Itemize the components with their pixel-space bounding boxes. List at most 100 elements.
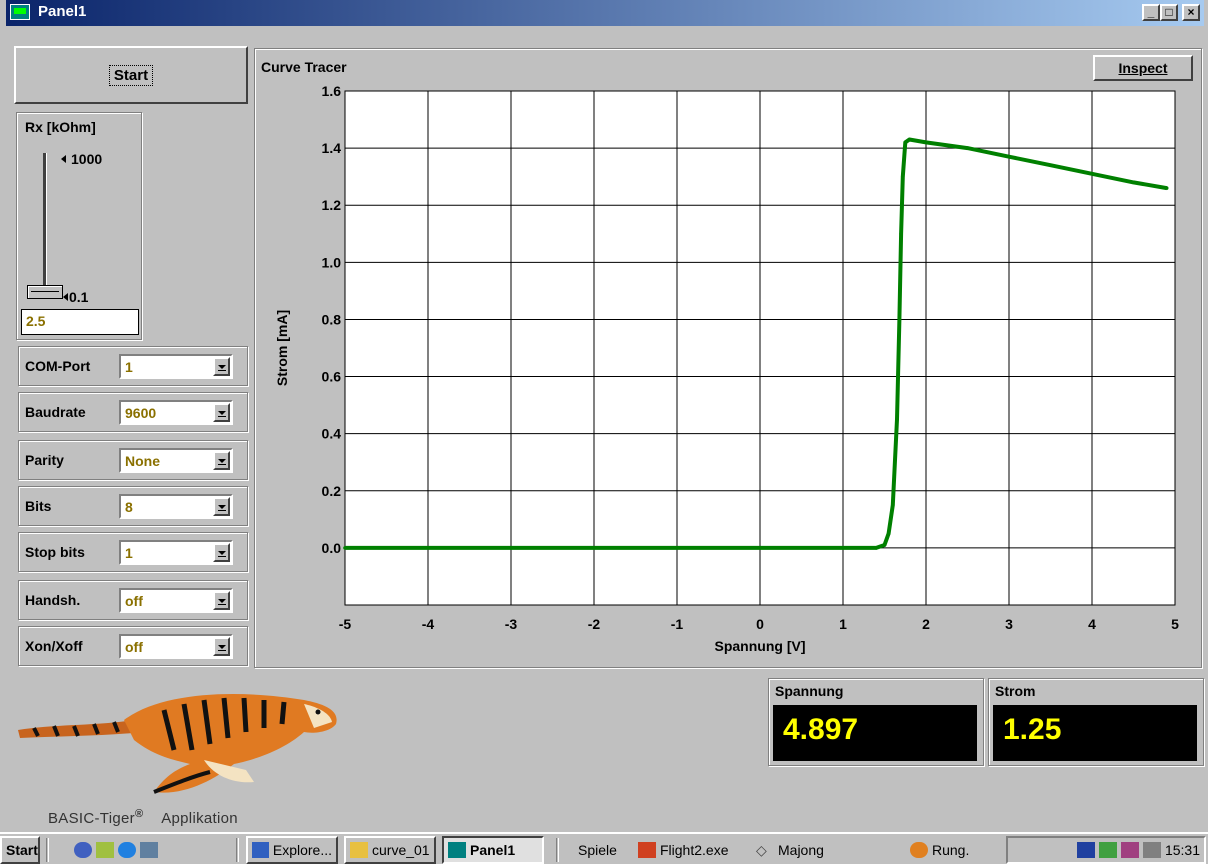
chevron-down-icon[interactable]: [213, 451, 230, 470]
baudrate-label: Baudrate: [25, 404, 86, 420]
y-tick-label: 0.2: [322, 483, 342, 499]
quick-rung[interactable]: Rung.: [906, 836, 973, 864]
x-tick-label: 0: [756, 616, 764, 632]
data-point: [897, 317, 902, 322]
system-tray: 15:31: [1006, 836, 1206, 864]
taskbar-button-curve[interactable]: curve_01: [344, 836, 436, 864]
minimize-button[interactable]: _: [1142, 4, 1160, 21]
com-port-value: 1: [125, 359, 133, 375]
y-tick-label: 1.6: [322, 83, 342, 99]
taskbar-button-label: curve_01: [372, 842, 430, 858]
inspect-button[interactable]: Inspect: [1093, 55, 1193, 81]
rx-slider-thumb[interactable]: [27, 285, 63, 299]
taskbar-separator: [236, 838, 239, 862]
data-point: [895, 417, 899, 422]
data-point: [874, 546, 878, 550]
strom-readout: Strom 1.25: [988, 678, 1204, 766]
y-tick-label: 1.0: [322, 254, 342, 270]
data-point: [675, 546, 679, 550]
y-axis-label: Strom [mA]: [274, 310, 290, 386]
data-point: [924, 140, 928, 145]
quick-majong[interactable]: ◇ Majong: [752, 836, 828, 864]
tiger-logo-icon: [18, 694, 337, 794]
x-tick-label: -1: [671, 616, 684, 632]
data-point: [900, 174, 905, 179]
maximize-button[interactable]: □: [1160, 4, 1178, 21]
x-tick-label: 3: [1005, 616, 1013, 632]
parity-label: Parity: [25, 452, 64, 468]
start-button[interactable]: Start: [14, 46, 248, 104]
data-point: [509, 546, 513, 550]
com-port-label: COM-Port: [25, 358, 91, 374]
chevron-down-icon[interactable]: [213, 497, 230, 516]
data-point: [841, 546, 845, 550]
handshake-row: Handsh. off: [18, 580, 248, 620]
quick-label: Flight2.exe: [660, 842, 729, 858]
rx-slider-track[interactable]: [43, 153, 47, 299]
curve-tracer-chart[interactable]: -5 -4 -3 -2 -1 0 1 2 3 4 5 0.0 0.2 0.4 0.6 0.8 1.0 1.2 1.4…: [255, 49, 1201, 667]
xon-xoff-select[interactable]: off: [119, 634, 233, 659]
parity-select[interactable]: None: [119, 448, 233, 473]
taskbar-separator: [46, 838, 49, 862]
strom-value: 1.25: [993, 705, 1197, 761]
stop-bits-select[interactable]: 1: [119, 540, 233, 565]
rung-icon: [910, 842, 928, 858]
y-tick-label: 1.2: [322, 197, 342, 213]
notepad-icon[interactable]: [96, 842, 114, 858]
task-icon[interactable]: [1098, 842, 1117, 858]
taskbar-button-label: Panel1: [470, 842, 516, 858]
x-axis-label: Spannung [V]: [715, 638, 806, 654]
quick-spiele[interactable]: Spiele: [574, 836, 621, 864]
logo-caption: BASIC-Tiger® Applikation: [48, 808, 238, 827]
network-icon[interactable]: [1076, 842, 1095, 858]
chevron-down-icon[interactable]: [213, 637, 230, 656]
data-point: [1048, 163, 1053, 168]
registered-mark: ®: [134, 808, 144, 820]
baudrate-select[interactable]: 9600: [119, 400, 233, 425]
data-point: [1090, 172, 1094, 176]
speaker-icon[interactable]: [1142, 842, 1161, 858]
chevron-down-icon[interactable]: [213, 357, 230, 376]
baudrate-row: Baudrate 9600: [18, 392, 248, 432]
x-tick-label: 2: [922, 616, 930, 632]
explorer-icon: [252, 842, 269, 858]
bits-row: Bits 8: [18, 486, 248, 526]
chevron-down-icon[interactable]: [213, 591, 230, 610]
spannung-readout: Spannung 4.897: [768, 678, 984, 766]
x-tick-label: 1: [839, 616, 847, 632]
data-point: [899, 231, 903, 236]
handshake-select[interactable]: off: [119, 588, 233, 613]
chevron-down-icon[interactable]: [213, 403, 230, 422]
bits-value: 8: [125, 499, 133, 515]
quick-flight2[interactable]: Flight2.exe: [634, 836, 732, 864]
monitor-icon[interactable]: [1120, 842, 1139, 858]
rx-max-label: 1000: [71, 151, 103, 167]
handshake-value: off: [125, 593, 143, 609]
channels-icon[interactable]: [140, 842, 158, 858]
com-port-row: COM-Port 1: [18, 346, 248, 386]
stop-bits-row: Stop bits 1: [18, 532, 248, 572]
xon-xoff-row: Xon/Xoff off: [18, 626, 248, 666]
data-point: [907, 137, 912, 142]
quick-label: Spiele: [578, 842, 617, 858]
data-point: [758, 546, 762, 550]
flight-icon: [638, 842, 656, 858]
window-title: Panel1: [38, 3, 87, 20]
bits-select[interactable]: 8: [119, 494, 233, 519]
inspect-button-label: Inspect: [1118, 60, 1168, 76]
taskbar-button-explore[interactable]: Explore...: [246, 836, 338, 864]
taskbar-start-button[interactable]: Start: [0, 836, 40, 864]
com-port-select[interactable]: 1: [119, 354, 233, 379]
window-title-bar[interactable]: Panel1 _ □ ×: [6, 0, 1204, 26]
browser-icon[interactable]: [118, 842, 136, 858]
taskbar-button-panel1[interactable]: Panel1: [442, 836, 544, 864]
x-tick-label: 5: [1171, 616, 1179, 632]
rx-value-input[interactable]: 2.5: [21, 309, 139, 335]
desktop-icon[interactable]: [74, 842, 92, 858]
baudrate-value: 9600: [125, 405, 157, 421]
data-point: [1164, 186, 1169, 190]
data-point: [903, 140, 908, 145]
close-button[interactable]: ×: [1182, 4, 1200, 21]
rx-slider-panel: Rx [kOhm] 1000 0.1 2.5: [16, 112, 142, 340]
chevron-down-icon[interactable]: [213, 543, 230, 562]
